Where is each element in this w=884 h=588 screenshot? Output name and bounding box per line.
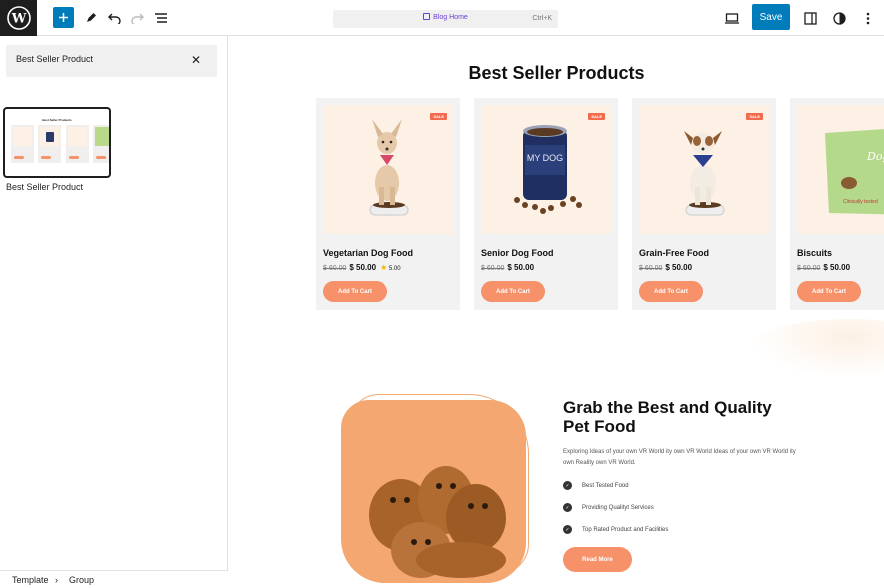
add-to-cart-button[interactable]: Add To Cart: [481, 281, 545, 302]
product-name: Senior Dog Food: [481, 248, 554, 258]
old-price: $ 60.00: [323, 265, 347, 272]
mini-product-image: [13, 127, 32, 146]
command-title-wrap: Blog Home: [333, 13, 558, 21]
pattern-search-box: ✕: [6, 45, 217, 77]
feature-item: ✓ Providing Qualityt Services: [563, 503, 654, 512]
command-shortcut: Ctrl+K: [532, 15, 552, 22]
mini-product-card: [66, 125, 89, 163]
settings-sidebar-icon[interactable]: [802, 6, 818, 30]
editor-canvas[interactable]: Best Seller Products SALE Vegetarian Dog…: [229, 37, 884, 588]
read-more-button[interactable]: Read More: [563, 547, 632, 572]
new-price: $ 50.00: [507, 263, 535, 272]
product-name: Grain-Free Food: [639, 248, 710, 258]
product-image: SALE MY DOG: [481, 105, 611, 234]
feature-text: Best Tested Food: [582, 482, 629, 489]
product-card[interactable]: SALE Vegetarian Dog Food $ 60.00 $ 50.00 ★…: [316, 98, 460, 310]
star-icon: ★: [380, 263, 388, 272]
product-card[interactable]: SALE MY DOG Senior Dog Food $ 60.00 $ 50.…: [474, 98, 618, 310]
dog-food-bag-image: Dog Food Clinically tested: [825, 129, 884, 215]
product-image: SALE: [639, 105, 769, 234]
pattern-preview-card[interactable]: Best Seller Products: [3, 107, 111, 178]
rating-value: 5.00: [388, 266, 401, 272]
old-price: $ 60.00: [639, 265, 663, 272]
mini-can-image: [46, 132, 54, 142]
add-block-button[interactable]: [53, 7, 74, 28]
redo-icon[interactable]: [129, 6, 145, 30]
sale-badge: SALE: [588, 113, 605, 120]
product-name: Vegetarian Dog Food: [323, 248, 414, 258]
section-title: Best Seller Products: [468, 63, 645, 83]
mini-product-card: [93, 125, 109, 163]
feature-text: Providing Qualityt Services: [582, 504, 654, 511]
mini-cart-button: [14, 156, 24, 159]
add-to-cart-button[interactable]: Add To Cart: [797, 281, 861, 302]
bag-sub-label: Clinically tested: [843, 199, 878, 205]
feature-item: ✓ Best Tested Food: [563, 481, 629, 490]
check-icon: ✓: [563, 481, 572, 490]
save-button[interactable]: Save: [752, 4, 790, 30]
can-label: MY DOG: [527, 153, 563, 163]
sale-badge: SALE: [746, 113, 763, 120]
product-image: Dog Food Clinically tested: [797, 105, 884, 234]
chevron-right-icon: ›: [55, 575, 58, 585]
wordpress-logo-icon[interactable]: W: [0, 0, 37, 36]
feature-item: ✓ Top Rated Product and Facilities: [563, 525, 668, 534]
old-price: $ 60.00: [797, 265, 821, 272]
mini-product-card: [11, 125, 34, 163]
mini-cart-button: [41, 156, 51, 159]
close-icon[interactable]: ✕: [191, 53, 201, 67]
decorative-wave: [749, 319, 884, 379]
mini-cart-button: [69, 156, 79, 159]
add-to-cart-button[interactable]: Add To Cart: [323, 281, 387, 302]
product-card[interactable]: Dog Food Clinically tested Biscuits $ 60…: [790, 98, 884, 310]
sale-badge: SALE: [430, 113, 447, 120]
product-name: Biscuits: [797, 248, 833, 258]
puppies-image: [341, 400, 526, 583]
pattern-search-input[interactable]: [16, 54, 186, 64]
breadcrumb-group[interactable]: Group: [69, 575, 94, 585]
terrier-dog-image: [684, 131, 725, 216]
mini-product-image: [40, 127, 59, 146]
new-price: $ 50.00: [349, 263, 377, 272]
bag-label: Dog Food: [866, 150, 884, 163]
document-overview-icon[interactable]: [152, 6, 170, 30]
pattern-inserter-sidebar: ✕ Best Seller Products Best Seller Produ…: [0, 36, 228, 588]
svg-text:W: W: [10, 12, 26, 27]
product-card[interactable]: SALE Grain-Free Food $ 60.00 $ 50.00 Add …: [632, 98, 776, 310]
chihuahua-dog-image: [369, 119, 409, 216]
editor-toolbar: W Blog Home Ctrl+K Save: [0, 0, 884, 36]
dog-food-can-image: MY DOG: [514, 125, 582, 214]
check-icon: ✓: [563, 525, 572, 534]
template-icon: [423, 13, 431, 20]
check-icon: ✓: [563, 503, 572, 512]
mini-product-image: [68, 127, 87, 146]
pattern-preview-title: Best Seller Products: [42, 118, 72, 122]
pen-tool-icon[interactable]: [83, 6, 99, 30]
undo-icon[interactable]: [106, 6, 122, 30]
command-title: Blog Home: [433, 14, 468, 21]
breadcrumb: Template › Group: [0, 570, 228, 588]
styles-icon[interactable]: [831, 6, 847, 30]
feature-description: Exploring Ideas of your own VR World ity…: [563, 449, 796, 466]
options-menu-icon[interactable]: [860, 6, 876, 30]
price-row: $ 60.00 $ 50.00: [481, 263, 534, 272]
command-palette-bar[interactable]: Blog Home Ctrl+K: [333, 10, 558, 28]
price-row: $ 60.00 $ 50.00: [639, 263, 692, 272]
mini-product-card: [38, 125, 61, 163]
new-price: $ 50.00: [823, 263, 851, 272]
add-to-cart-button[interactable]: Add To Cart: [639, 281, 703, 302]
product-image: SALE: [323, 105, 453, 234]
pattern-label: Best Seller Product: [6, 182, 84, 192]
mini-product-image: [95, 127, 109, 146]
feature-title: Grab the Best and Quality Pet Food: [563, 398, 772, 436]
feature-text: Top Rated Product and Facilities: [582, 526, 669, 533]
price-row: $ 60.00 $ 50.00: [797, 263, 850, 272]
price-row: $ 60.00 $ 50.00 ★ 5.00: [323, 263, 401, 272]
mini-cart-button: [96, 156, 106, 159]
new-price: $ 50.00: [665, 263, 693, 272]
desktop-preview-icon[interactable]: [722, 6, 742, 30]
old-price: $ 60.00: [481, 265, 505, 272]
breadcrumb-template[interactable]: Template: [12, 575, 49, 585]
